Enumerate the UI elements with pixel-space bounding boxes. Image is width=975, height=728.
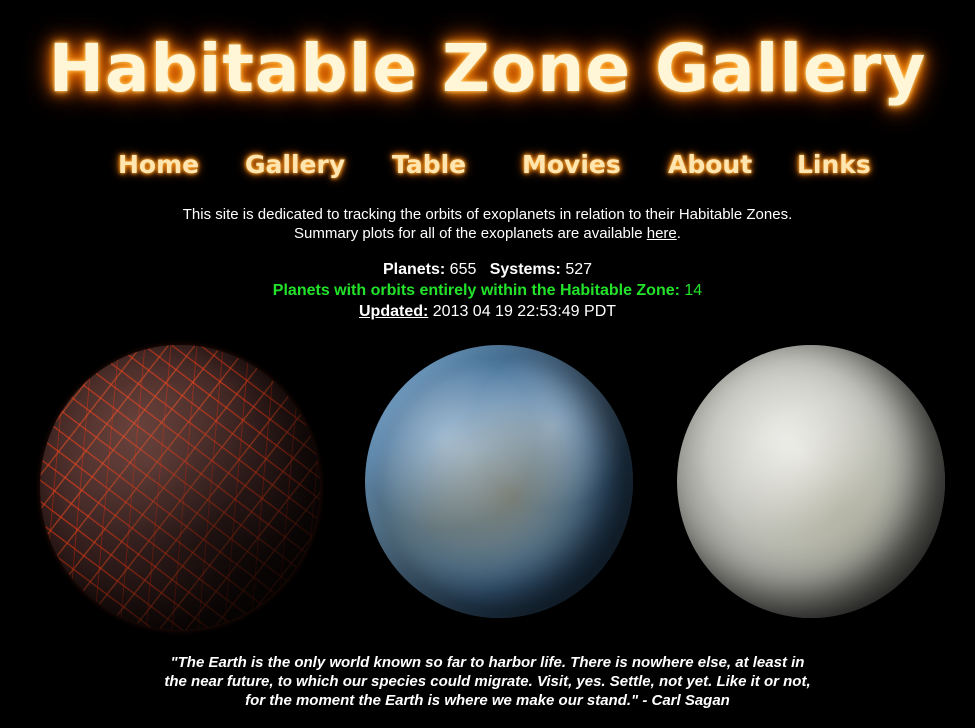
site-title: Habitable Zone Gallery [48, 30, 927, 107]
systems-count: 527 [565, 261, 593, 278]
lava-planet-image [40, 345, 320, 630]
summary-plots-link[interactable]: here [647, 225, 677, 242]
quote-line-2: the near future, to which our species co… [164, 673, 811, 690]
earth-like-planet-image [365, 345, 633, 618]
nav-about-link[interactable]: About [668, 150, 752, 179]
updated-timestamp: 2013 04 19 22:53:49 PDT [432, 303, 617, 320]
updated-label: Updated: [358, 303, 429, 320]
quote-line-3: for the moment the Earth is where we mak… [245, 692, 730, 709]
nav-movies-link[interactable]: Movies [522, 150, 621, 179]
habitable-label: Planets with orbits entirely within the … [272, 282, 680, 299]
intro-text: This site is dedicated to tracking the o… [0, 205, 975, 243]
intro-line-2: Summary plots for all of the exoplanets … [0, 224, 975, 243]
intro-line-1: This site is dedicated to tracking the o… [182, 206, 793, 223]
counts-line: Planets: 655 Systems: 527 [0, 259, 975, 280]
nav-table-link[interactable]: Table [392, 150, 466, 179]
intro-line-2-suffix: . [676, 225, 681, 242]
habitable-line: Planets with orbits entirely within the … [0, 280, 975, 301]
ice-planet-image [677, 345, 945, 618]
habitable-count: 14 [684, 282, 703, 299]
stats-block: Planets: 655 Systems: 527 Planets with o… [0, 259, 975, 322]
intro-line-2-prefix: Summary plots for all of the exoplanets … [294, 225, 647, 242]
planets-label: Planets: [382, 261, 446, 278]
updated-line: Updated: 2013 04 19 22:53:49 PDT [0, 301, 975, 322]
planets-count: 655 [449, 261, 477, 278]
nav-home-link[interactable]: Home [118, 150, 199, 179]
nav-gallery-link[interactable]: Gallery [245, 150, 345, 179]
main-nav: Home Gallery Table Movies About Links [0, 150, 975, 186]
carl-sagan-quote: "The Earth is the only world known so fa… [0, 653, 975, 710]
nav-links-link[interactable]: Links [797, 150, 871, 179]
systems-label: Systems: [489, 261, 561, 278]
quote-line-1: "The Earth is the only world known so fa… [170, 654, 805, 671]
